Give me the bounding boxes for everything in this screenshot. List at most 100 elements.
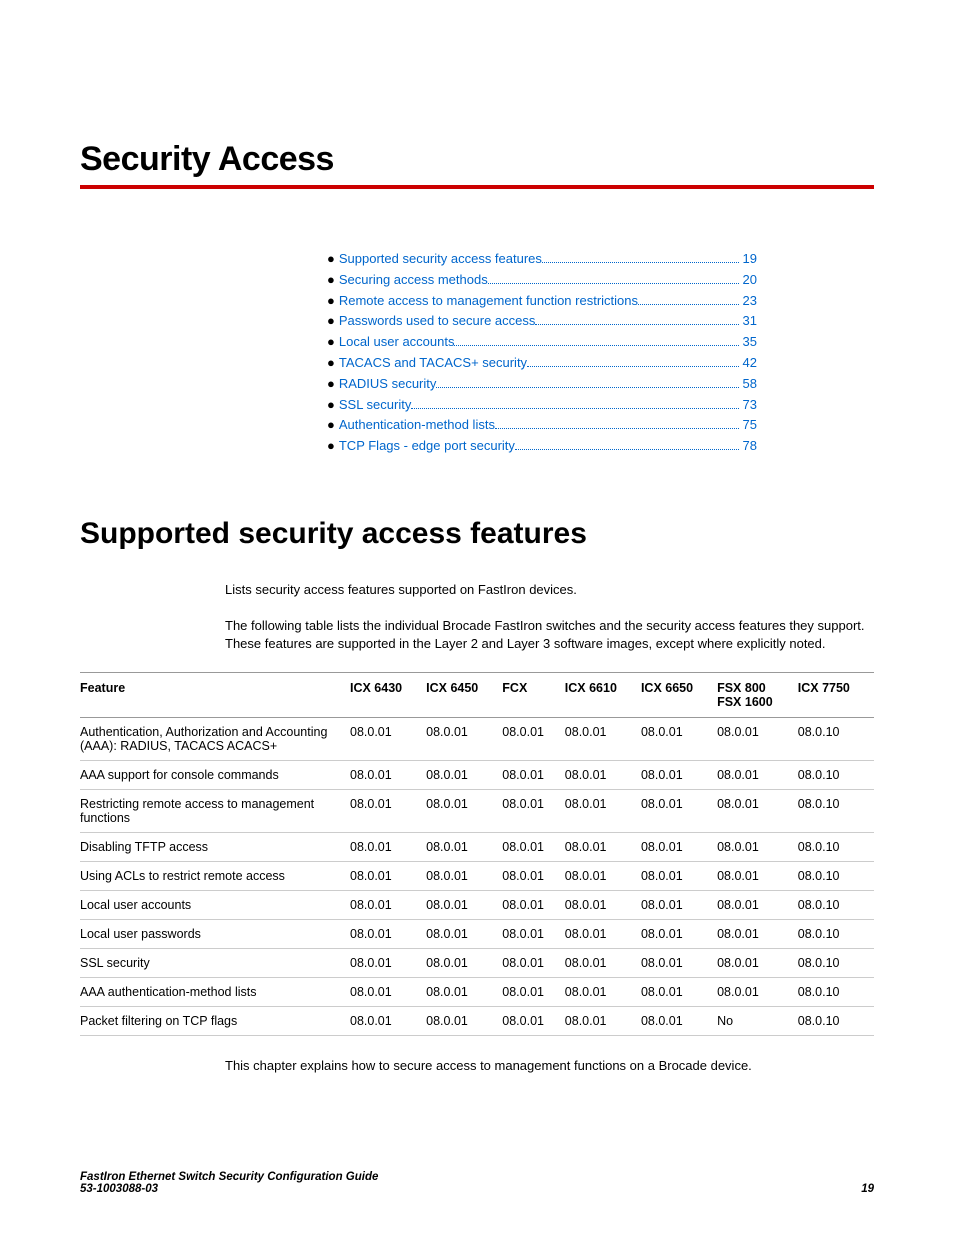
support-value-cell: 08.0.10 bbox=[798, 861, 874, 890]
toc-leader-dots bbox=[436, 375, 738, 388]
support-value-cell: 08.0.01 bbox=[502, 861, 565, 890]
toc-entry: ●Supported security access features19 bbox=[327, 249, 757, 270]
support-value-cell: 08.0.01 bbox=[717, 760, 798, 789]
toc-page-number[interactable]: 58 bbox=[741, 374, 757, 395]
support-value-cell: 08.0.10 bbox=[798, 890, 874, 919]
toc-leader-dots bbox=[638, 292, 739, 305]
chapter-title: Security Access bbox=[80, 140, 874, 179]
toc-link[interactable]: RADIUS security bbox=[339, 374, 437, 395]
toc-page-number[interactable]: 78 bbox=[741, 436, 757, 457]
toc-leader-dots bbox=[542, 250, 739, 263]
toc-link[interactable]: Local user accounts bbox=[339, 332, 455, 353]
table-row: Local user accounts08.0.0108.0.0108.0.01… bbox=[80, 890, 874, 919]
toc-leader-dots bbox=[535, 312, 738, 325]
support-value-cell: 08.0.01 bbox=[641, 861, 717, 890]
bullet-icon: ● bbox=[327, 332, 335, 353]
table-row: AAA support for console commands08.0.010… bbox=[80, 760, 874, 789]
support-value-cell: 08.0.01 bbox=[350, 977, 426, 1006]
support-value-cell: 08.0.10 bbox=[798, 1006, 874, 1035]
support-value-cell: 08.0.01 bbox=[426, 789, 502, 832]
support-value-cell: 08.0.01 bbox=[717, 861, 798, 890]
support-value-cell: 08.0.01 bbox=[426, 861, 502, 890]
support-value-cell: 08.0.01 bbox=[565, 861, 641, 890]
toc-link[interactable]: Passwords used to secure access bbox=[339, 311, 536, 332]
support-value-cell: 08.0.10 bbox=[798, 832, 874, 861]
support-value-cell: 08.0.01 bbox=[350, 717, 426, 760]
support-value-cell: 08.0.10 bbox=[798, 717, 874, 760]
table-header-cell: FCX bbox=[502, 672, 565, 717]
toc-link[interactable]: Remote access to management function res… bbox=[339, 291, 638, 312]
table-row: Restricting remote access to management … bbox=[80, 789, 874, 832]
support-value-cell: 08.0.01 bbox=[502, 789, 565, 832]
bullet-icon: ● bbox=[327, 395, 335, 416]
toc-leader-dots bbox=[515, 437, 739, 450]
toc-link[interactable]: Supported security access features bbox=[339, 249, 542, 270]
toc-page-number[interactable]: 31 bbox=[741, 311, 757, 332]
toc-link[interactable]: Securing access methods bbox=[339, 270, 488, 291]
table-header-cell: ICX 6430 bbox=[350, 672, 426, 717]
toc-link[interactable]: SSL security bbox=[339, 395, 412, 416]
toc-entry: ●RADIUS security58 bbox=[327, 374, 757, 395]
toc-link[interactable]: TCP Flags - edge port security bbox=[339, 436, 515, 457]
toc-page-number[interactable]: 35 bbox=[741, 332, 757, 353]
support-value-cell: 08.0.01 bbox=[641, 717, 717, 760]
support-value-cell: 08.0.01 bbox=[717, 832, 798, 861]
toc-page-number[interactable]: 75 bbox=[741, 415, 757, 436]
support-value-cell: 08.0.01 bbox=[426, 948, 502, 977]
bullet-icon: ● bbox=[327, 353, 335, 374]
footer-page-number: 19 bbox=[861, 1183, 874, 1195]
table-row: Authentication, Authorization and Accoun… bbox=[80, 717, 874, 760]
toc-page-number[interactable]: 73 bbox=[741, 395, 757, 416]
toc-link[interactable]: Authentication-method lists bbox=[339, 415, 495, 436]
support-value-cell: 08.0.01 bbox=[717, 919, 798, 948]
bullet-icon: ● bbox=[327, 270, 335, 291]
support-value-cell: 08.0.10 bbox=[798, 760, 874, 789]
toc-leader-dots bbox=[495, 416, 739, 429]
toc-entry: ●Remote access to management function re… bbox=[327, 291, 757, 312]
support-value-cell: 08.0.01 bbox=[426, 919, 502, 948]
toc-entry: ●Passwords used to secure access 31 bbox=[327, 311, 757, 332]
support-value-cell: 08.0.01 bbox=[350, 832, 426, 861]
feature-name-cell: SSL security bbox=[80, 948, 350, 977]
table-header-cell: FSX 800FSX 1600 bbox=[717, 672, 798, 717]
table-header-cell: ICX 6650 bbox=[641, 672, 717, 717]
support-value-cell: 08.0.01 bbox=[350, 890, 426, 919]
bullet-icon: ● bbox=[327, 311, 335, 332]
toc-entry: ●TACACS and TACACS+ security 42 bbox=[327, 353, 757, 374]
toc-page-number[interactable]: 19 bbox=[741, 249, 757, 270]
toc-page-number[interactable]: 42 bbox=[741, 353, 757, 374]
support-value-cell: 08.0.01 bbox=[426, 977, 502, 1006]
table-row: Disabling TFTP access08.0.0108.0.0108.0.… bbox=[80, 832, 874, 861]
feature-name-cell: Packet filtering on TCP flags bbox=[80, 1006, 350, 1035]
support-value-cell: 08.0.01 bbox=[565, 919, 641, 948]
table-row: Using ACLs to restrict remote access08.0… bbox=[80, 861, 874, 890]
support-value-cell: 08.0.01 bbox=[641, 919, 717, 948]
section-title: Supported security access features bbox=[80, 517, 874, 551]
toc-link[interactable]: TACACS and TACACS+ security bbox=[339, 353, 527, 374]
toc-leader-dots bbox=[488, 271, 739, 284]
support-value-cell: 08.0.01 bbox=[565, 890, 641, 919]
support-value-cell: 08.0.01 bbox=[502, 1006, 565, 1035]
support-value-cell: 08.0.01 bbox=[565, 789, 641, 832]
document-page: Security Access ●Supported security acce… bbox=[0, 0, 954, 1235]
support-value-cell: 08.0.01 bbox=[717, 890, 798, 919]
toc-leader-dots bbox=[454, 333, 738, 346]
support-value-cell: 08.0.01 bbox=[641, 1006, 717, 1035]
support-value-cell: 08.0.01 bbox=[350, 948, 426, 977]
feature-name-cell: Authentication, Authorization and Accoun… bbox=[80, 717, 350, 760]
support-value-cell: 08.0.10 bbox=[798, 977, 874, 1006]
toc-page-number[interactable]: 23 bbox=[741, 291, 757, 312]
feature-name-cell: Local user accounts bbox=[80, 890, 350, 919]
support-value-cell: 08.0.01 bbox=[717, 717, 798, 760]
page-footer: FastIron Ethernet Switch Security Config… bbox=[80, 1171, 874, 1195]
support-value-cell: 08.0.01 bbox=[717, 977, 798, 1006]
toc-page-number[interactable]: 20 bbox=[741, 270, 757, 291]
feature-name-cell: Disabling TFTP access bbox=[80, 832, 350, 861]
support-value-cell: 08.0.01 bbox=[502, 760, 565, 789]
support-value-cell: 08.0.01 bbox=[641, 977, 717, 1006]
support-value-cell: 08.0.01 bbox=[641, 789, 717, 832]
support-value-cell: 08.0.01 bbox=[502, 919, 565, 948]
support-value-cell: 08.0.01 bbox=[350, 760, 426, 789]
title-rule bbox=[80, 185, 874, 189]
support-value-cell: 08.0.01 bbox=[502, 948, 565, 977]
